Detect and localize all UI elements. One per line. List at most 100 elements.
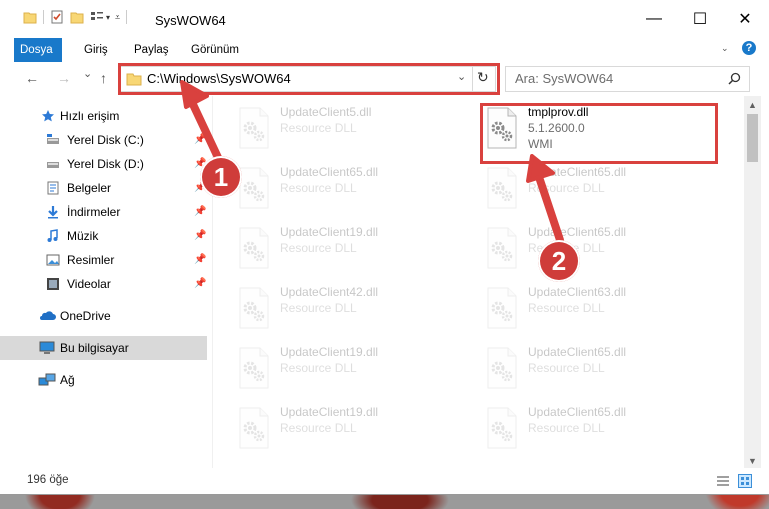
view-icon[interactable]	[90, 10, 104, 24]
file-tile[interactable]: UpdateClient65.dll Resource DLL	[482, 400, 722, 458]
file-tile[interactable]: UpdateClient65.dllResource DLL	[482, 220, 722, 278]
scroll-down-arrow[interactable]: ▼	[748, 456, 757, 466]
file-type: Resource DLL	[280, 241, 357, 255]
file-name: UpdateClient19.dll	[280, 345, 379, 359]
sidebar-item-local-disk-d[interactable]: Yerel Disk (D:) 📌	[0, 152, 207, 176]
chevron-down-icon[interactable]: ▾	[106, 13, 110, 22]
dll-file-icon	[487, 167, 517, 209]
dll-file-icon	[239, 227, 269, 269]
tiles-view-icon[interactable]	[738, 474, 752, 488]
file-tile[interactable]: UpdateClient65.dll Resource DLL	[482, 160, 722, 218]
dll-file-icon	[239, 407, 269, 449]
file-name: UpdateClient65.dll	[528, 225, 627, 239]
sidebar-item-network[interactable]: Ağ	[0, 368, 207, 392]
maximize-button[interactable]: ☐	[677, 0, 723, 38]
details-view-icon[interactable]	[716, 475, 730, 487]
file-name: UpdateClient42.dll	[280, 285, 379, 299]
pin-icon[interactable]: 📌	[194, 128, 206, 152]
sidebar-item-quick-access[interactable]: Hızlı erişim	[0, 104, 207, 128]
sidebar-item-music[interactable]: Müzik 📌	[0, 224, 207, 248]
download-icon	[48, 206, 58, 219]
search-icon[interactable]	[728, 72, 741, 85]
scrollbar-thumb[interactable]	[747, 114, 758, 162]
status-bar: 196 öğe	[0, 470, 769, 492]
file-tile[interactable]: UpdateClient19.dll Resource DLL	[234, 340, 474, 398]
tab-share[interactable]: Paylaş	[124, 38, 179, 62]
dll-file-icon	[487, 287, 517, 329]
sidebar-item-local-disk-c[interactable]: Yerel Disk (C:) 📌	[0, 128, 207, 152]
help-icon[interactable]: ?	[742, 41, 756, 55]
search-input[interactable]: Ara: SysWOW64	[515, 71, 613, 86]
file-tile[interactable]: UpdateClient5.dll Resource DLL	[234, 100, 474, 158]
dll-file-icon	[239, 347, 269, 389]
pin-icon[interactable]: 📌	[194, 272, 206, 296]
tab-home[interactable]: Giriş	[74, 38, 118, 62]
file-type: Resource DLL	[280, 121, 357, 135]
file-name: UpdateClient19.dll	[280, 225, 379, 239]
drive-icon	[47, 134, 59, 144]
file-type: Resource DLL	[528, 181, 605, 195]
up-button[interactable]: ↑	[100, 70, 107, 86]
customize-toolbar-icon[interactable]: ⩡	[115, 12, 120, 23]
computer-icon	[39, 341, 55, 354]
file-type: Resource DLL	[280, 301, 357, 315]
tab-view[interactable]: Görünüm	[181, 38, 249, 62]
file-tile[interactable]: UpdateClient63.dll Resource DLL	[482, 280, 722, 338]
file-name: UpdateClient19.dll	[280, 405, 379, 419]
pictures-icon	[46, 254, 60, 266]
pane-divider	[212, 96, 213, 468]
file-name: UpdateClient65.dll	[528, 165, 627, 179]
file-tile[interactable]: UpdateClient65.dll Resource DLL	[234, 160, 474, 218]
new-folder-icon[interactable]	[70, 10, 84, 24]
file-name: UpdateClient5.dll	[280, 105, 372, 119]
search-box[interactable]: Ara: SysWOW64	[505, 66, 750, 92]
documents-icon	[47, 181, 59, 195]
file-highlight	[480, 103, 718, 164]
vertical-scrollbar[interactable]: ▲ ▼	[744, 96, 761, 468]
dll-file-icon	[239, 107, 269, 149]
file-tile[interactable]: UpdateClient19.dll Resource DLL	[234, 400, 474, 458]
network-icon	[38, 373, 56, 386]
pin-icon[interactable]: 📌	[194, 248, 206, 272]
close-button[interactable]: ✕	[722, 0, 768, 38]
ribbon-tabs: Dosya Giriş Paylaş Görünüm ⌄ ?	[0, 38, 769, 63]
drive-icon	[47, 162, 59, 168]
pin-icon[interactable]: 📌	[194, 224, 206, 248]
sidebar-item-pictures[interactable]: Resimler 📌	[0, 248, 207, 272]
sidebar-item-documents[interactable]: Belgeler 📌	[0, 176, 207, 200]
file-name: UpdateClient63.dll	[528, 285, 627, 299]
minimize-button[interactable]: —	[631, 0, 677, 38]
annotation-badge-2: 2	[538, 240, 580, 282]
file-type: Resource DLL	[280, 181, 357, 195]
folder-icon	[23, 12, 37, 24]
dll-file-icon	[487, 407, 517, 449]
music-icon	[47, 229, 58, 242]
item-count: 196 öğe	[27, 474, 69, 486]
file-tile[interactable]: UpdateClient42.dll Resource DLL	[234, 280, 474, 338]
file-name: UpdateClient65.dll	[280, 165, 379, 179]
file-tile[interactable]: UpdateClient19.dll Resource DLL	[234, 220, 474, 278]
video-icon	[47, 278, 59, 290]
sidebar-item-downloads[interactable]: İndirmeler 📌	[0, 200, 207, 224]
recent-locations-button[interactable]: ⌄	[83, 67, 92, 80]
title-bar: ▾ ⩡ SysWOW64 — ☐ ✕	[0, 0, 769, 38]
quick-access-toolbar: ▾ ⩡	[23, 10, 133, 24]
annotation-badge-1: 1	[200, 156, 242, 198]
star-icon	[42, 110, 54, 122]
file-tile[interactable]: UpdateClient65.dllResource DLL	[482, 340, 722, 398]
tab-file[interactable]: Dosya	[14, 38, 62, 62]
back-button[interactable]: ←	[25, 70, 39, 86]
sidebar-item-videos[interactable]: Videolar 📌	[0, 272, 207, 296]
properties-icon[interactable]	[50, 10, 64, 24]
file-name: UpdateClient65.dll	[528, 405, 627, 419]
file-type: Resource DLL	[528, 421, 605, 435]
sidebar-item-this-pc[interactable]: Bu bilgisayar	[0, 336, 207, 360]
forward-button[interactable]: →	[57, 70, 71, 86]
address-bar-highlight	[118, 63, 500, 95]
file-type: Resource DLL	[280, 421, 357, 435]
scroll-up-arrow[interactable]: ▲	[748, 100, 757, 110]
pin-icon[interactable]: 📌	[194, 200, 206, 224]
navigation-pane: Hızlı erişim Yerel Disk (C:) 📌 Yerel Dis…	[0, 96, 208, 468]
expand-ribbon-icon[interactable]: ⌄	[721, 43, 729, 54]
sidebar-item-onedrive[interactable]: OneDrive	[0, 304, 207, 328]
